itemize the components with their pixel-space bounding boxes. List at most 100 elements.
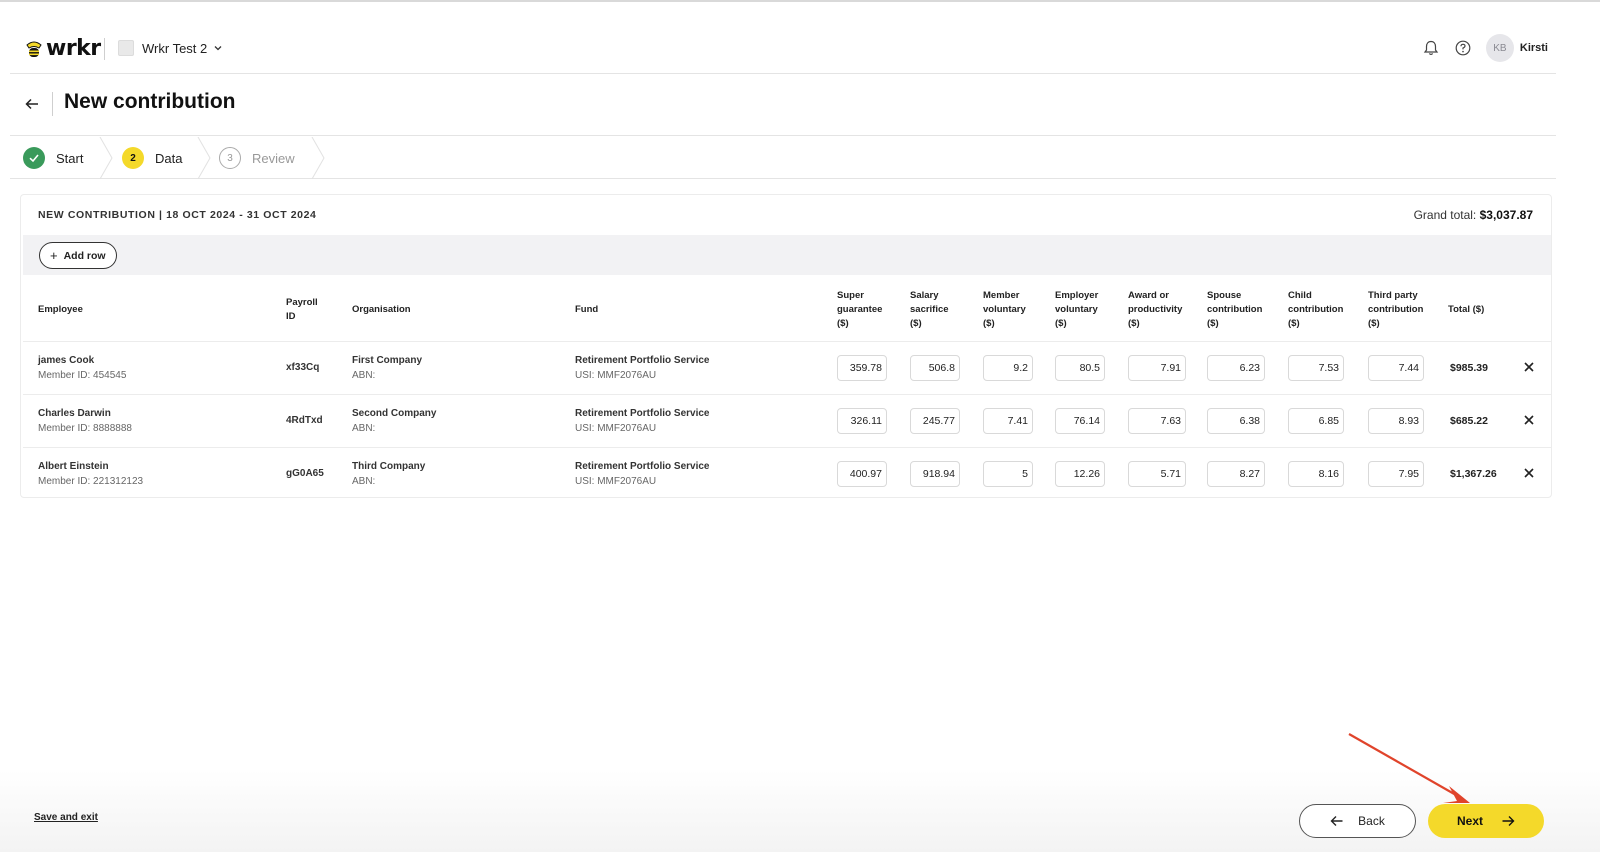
- spouse-contribution-input[interactable]: 8.27: [1207, 461, 1265, 487]
- row-total: $985.39: [1450, 362, 1488, 374]
- third-party-input[interactable]: 8.93: [1368, 408, 1424, 434]
- fund-name: Retirement Portfolio Service: [575, 408, 710, 419]
- grand-total-value: $3,037.87: [1479, 208, 1533, 222]
- member-voluntary-input[interactable]: 9.2: [983, 355, 1033, 381]
- award-productivity-input[interactable]: 7.63: [1128, 408, 1186, 434]
- third-party-input[interactable]: 7.44: [1368, 355, 1424, 381]
- card-header: NEW CONTRIBUTION | 18 OCT 2024 - 31 OCT …: [21, 195, 1551, 235]
- child-contribution-input[interactable]: 8.16: [1288, 461, 1344, 487]
- employee-name: Albert Einstein: [38, 461, 109, 472]
- super-guarantee-input[interactable]: 400.97: [837, 461, 887, 487]
- organisation-name: Second Company: [352, 408, 437, 419]
- add-row-button[interactable]: + Add row: [39, 242, 117, 269]
- plus-icon: +: [50, 248, 58, 263]
- grand-total-label: Grand total:: [1413, 208, 1477, 222]
- member-voluntary-input[interactable]: 7.41: [983, 408, 1033, 434]
- check-icon: [23, 147, 45, 169]
- member-id: Member ID: 454545: [38, 370, 127, 381]
- third-party-input[interactable]: 7.95: [1368, 461, 1424, 487]
- logo-text: wrkr: [46, 36, 101, 61]
- employee-name: james Cook: [38, 355, 95, 366]
- col-header-organisation: Organisation: [352, 304, 411, 315]
- bell-icon[interactable]: [1422, 39, 1440, 57]
- arrow-right-icon: [1502, 816, 1515, 826]
- stepper: Start 2 Data 3 Review: [10, 137, 1556, 179]
- col-header-total: Total ($): [1448, 304, 1485, 315]
- col-header-employee: Employee: [38, 304, 83, 315]
- bee-logo-icon: [26, 41, 42, 57]
- remove-row-icon[interactable]: [1521, 465, 1537, 481]
- title-bar: New contribution: [10, 74, 1556, 136]
- col-header-super-guarantee: Super guarantee ($): [837, 290, 883, 329]
- award-productivity-input[interactable]: 7.91: [1128, 355, 1186, 381]
- table-toolbar: + Add row: [23, 235, 1551, 275]
- step-review[interactable]: 3 Review: [219, 137, 295, 179]
- employer-voluntary-input[interactable]: 12.26: [1055, 461, 1105, 487]
- award-productivity-input[interactable]: 5.71: [1128, 461, 1186, 487]
- member-voluntary-input[interactable]: 5: [983, 461, 1033, 487]
- remove-row-icon[interactable]: [1521, 359, 1537, 375]
- avatar[interactable]: KB: [1485, 34, 1514, 62]
- wrkr-logo[interactable]: wrkr: [24, 38, 101, 60]
- organisation-abn: ABN:: [352, 476, 376, 487]
- next-button[interactable]: Next: [1428, 804, 1544, 838]
- col-header-employer-voluntary: Employer voluntary ($): [1055, 290, 1099, 329]
- child-contribution-input[interactable]: 7.53: [1288, 355, 1344, 381]
- fund-usi: USI: MMF2076AU: [575, 370, 657, 381]
- page-title: New contribution: [64, 90, 236, 113]
- step-label-data: Data: [155, 150, 183, 166]
- fund-name: Retirement Portfolio Service: [575, 355, 710, 366]
- fund-usi: USI: MMF2076AU: [575, 423, 657, 434]
- contribution-card: NEW CONTRIBUTION | 18 OCT 2024 - 31 OCT …: [20, 194, 1552, 498]
- step-separator: [99, 137, 113, 179]
- member-id: Member ID: 8888888: [38, 423, 132, 434]
- remove-row-icon[interactable]: [1521, 412, 1537, 428]
- row-total: $1,367.26: [1450, 468, 1497, 480]
- row-total: $685.22: [1450, 415, 1488, 427]
- table-row: james Cook Member ID: 454545 xf33Cq Firs…: [23, 341, 1551, 394]
- col-header-payroll-id: Payroll ID: [286, 297, 318, 322]
- add-row-label: Add row: [63, 249, 106, 262]
- org-switcher[interactable]: Wrkr Test 2: [118, 40, 223, 56]
- step-label-start: Start: [56, 150, 84, 166]
- employer-voluntary-input[interactable]: 76.14: [1055, 408, 1105, 434]
- child-contribution-input[interactable]: 6.85: [1288, 408, 1344, 434]
- spouse-contribution-input[interactable]: 6.38: [1207, 408, 1265, 434]
- super-guarantee-input[interactable]: 326.11: [837, 408, 887, 434]
- arrow-left-icon: [1330, 816, 1343, 826]
- org-icon: [118, 40, 134, 56]
- app-header: wrkr Wrkr Test 2 KB Kirsti: [10, 32, 1556, 74]
- step-number-review: 3: [219, 147, 241, 169]
- super-guarantee-input[interactable]: 359.78: [837, 355, 887, 381]
- employee-name: Charles Darwin: [38, 408, 111, 419]
- step-label-review: Review: [252, 150, 295, 166]
- col-header-spouse-contribution: Spouse contribution ($): [1207, 290, 1263, 329]
- salary-sacrifice-input[interactable]: 245.77: [910, 408, 960, 434]
- header-actions: KB Kirsti: [1422, 32, 1548, 64]
- organisation-abn: ABN:: [352, 370, 376, 381]
- payroll-id: xf33Cq: [286, 362, 320, 373]
- step-data[interactable]: 2 Data: [122, 137, 182, 179]
- salary-sacrifice-input[interactable]: 918.94: [910, 461, 960, 487]
- employer-voluntary-input[interactable]: 80.5: [1055, 355, 1105, 381]
- back-button[interactable]: Back: [1299, 804, 1416, 838]
- step-start[interactable]: Start: [23, 137, 83, 179]
- help-icon[interactable]: [1454, 39, 1472, 57]
- salary-sacrifice-input[interactable]: 506.8: [910, 355, 960, 381]
- back-button-label: Back: [1358, 814, 1385, 828]
- header-divider: [104, 38, 105, 60]
- top-divider: [0, 0, 1600, 2]
- col-header-fund: Fund: [575, 304, 599, 315]
- table-row: Charles Darwin Member ID: 8888888 4RdTxd…: [23, 394, 1551, 447]
- chevron-down-icon: [214, 46, 222, 51]
- org-name: Wrkr Test 2: [142, 40, 208, 56]
- grand-total: Grand total: $3,037.87: [1414, 208, 1533, 222]
- col-header-award-productivity: Award or productivity ($): [1128, 290, 1183, 329]
- save-and-exit-link[interactable]: Save and exit: [34, 812, 98, 823]
- organisation-abn: ABN:: [352, 423, 376, 434]
- spouse-contribution-input[interactable]: 6.23: [1207, 355, 1265, 381]
- back-arrow-icon[interactable]: [24, 96, 40, 112]
- payroll-id: 4RdTxd: [286, 415, 323, 426]
- user-name[interactable]: Kirsti: [1520, 42, 1548, 54]
- col-header-third-party: Third party contribution ($): [1368, 290, 1424, 329]
